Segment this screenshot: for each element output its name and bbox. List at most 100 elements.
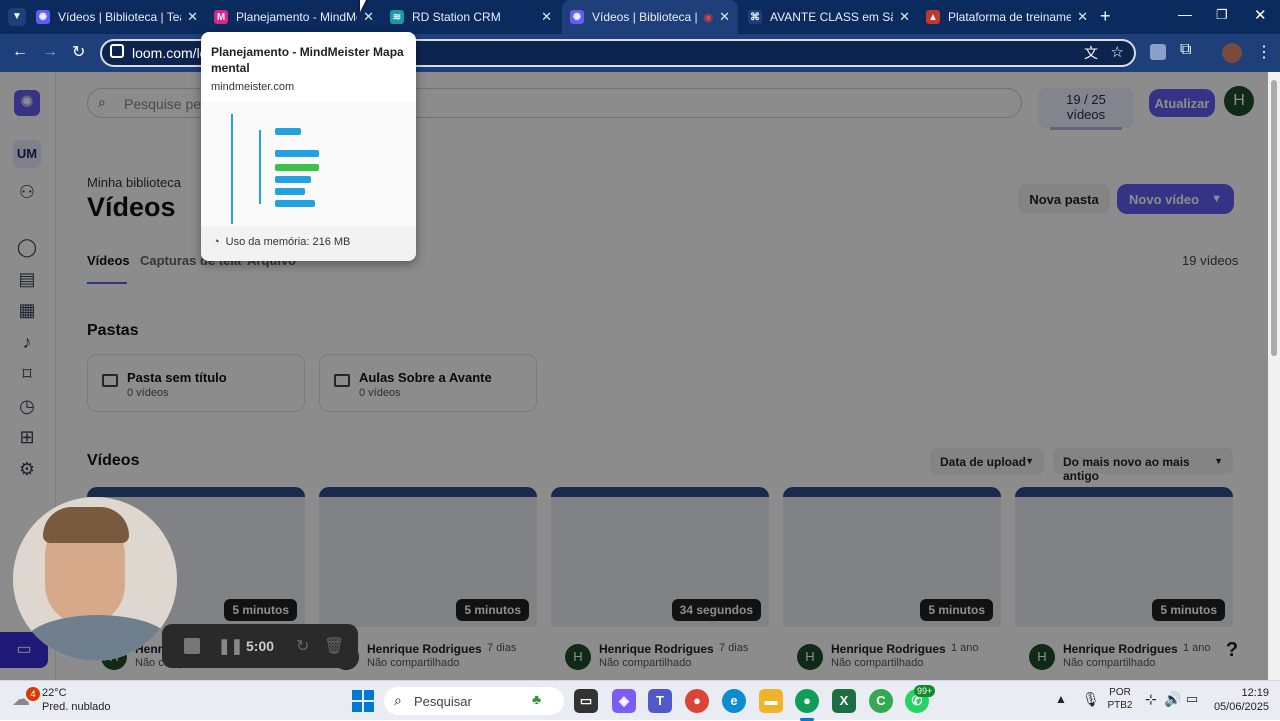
profile-avatar[interactable] [1222,43,1242,63]
start-button[interactable] [352,690,374,712]
tab-favicon-icon: ✺ [570,10,584,24]
browser-menu-icon[interactable]: ⋮ [1256,42,1272,62]
browser-tab[interactable]: ≋ RD Station CRM ✕ [382,0,560,34]
microphone-icon[interactable]: 🎙 [1082,691,1100,708]
close-tab-icon[interactable]: ✕ [1077,9,1088,25]
windows-logo-tile [352,702,362,712]
hovercard-domain: mindmeister.com [211,81,295,93]
whatsapp-badge: 99+ [914,685,936,697]
show-hidden-icons-icon[interactable]: ▲ [1055,692,1067,706]
weather-widget[interactable]: ☁ 4 22°C Pred. nublado [8,685,128,717]
mindmap-node [275,128,301,135]
recording-indicator-icon: ◉ [703,11,714,24]
memory-text: Uso da memória: 216 MB [225,236,351,248]
tab-list-dropdown-icon[interactable]: ▼ [8,8,26,26]
close-tab-icon[interactable]: ✕ [541,9,552,25]
close-tab-icon[interactable]: ✕ [187,9,198,25]
windows-logo-tile [352,690,362,700]
close-tab-icon[interactable]: ✕ [899,9,910,25]
browser-tab[interactable]: ▲ Plataforma de treinamento ✕ [918,0,1096,34]
browser-tab[interactable]: ✺ Vídeos | Biblioteca | Tea ◉ ✕ [562,0,738,34]
minimize-button[interactable]: — [1178,6,1192,22]
mindmap-node [275,176,311,183]
weather-desc: Pred. nublado [42,701,111,713]
recording-controls: ❚❚ 5:00 ↻ 🗑 [162,624,358,668]
keyboard-layout: PTB2 [1107,700,1133,711]
new-tab-button[interactable]: + [1100,6,1111,27]
file-explorer-icon[interactable]: ▬ [759,689,783,713]
search-highlight-icon: ♣ [532,691,542,707]
reload-icon[interactable]: ↻ [72,42,85,62]
mindmap-node [275,200,315,207]
mindmap-node [275,164,319,171]
memory-usage: ◔ Uso da memória: 216 MB [201,226,416,261]
chrome-icon[interactable]: ● [685,689,709,713]
hovercard-preview [201,102,416,226]
windows-taskbar: ☁ 4 22°C Pred. nublado ⌕ Pesquisar ♣ ▭ ◈… [0,680,1280,721]
language-indicator[interactable]: POR PTB2 [1104,687,1136,711]
devtools-extension-icon[interactable] [1150,44,1166,60]
taskbar-search[interactable]: ⌕ Pesquisar ♣ [384,687,564,715]
mindmap-node [275,188,305,195]
bookmark-star-icon[interactable]: ☆ [1111,41,1124,65]
camera-bubble[interactable] [13,497,177,661]
pause-icon[interactable]: ❚❚ [218,637,243,655]
tab-favicon-icon: ≋ [390,10,404,24]
tab-favicon-icon: ⌘ [748,10,762,24]
extensions-icon[interactable]: ⧉ [1180,41,1191,59]
back-icon[interactable]: ← [12,43,28,61]
mindmap-branch [231,114,233,224]
person-hair [43,507,129,543]
weather-temp: 22°C [42,687,67,699]
clock-time: 12:19 [1241,687,1269,699]
translate-icon[interactable]: ⽂ [1084,41,1098,65]
browser-tab[interactable]: MPlanejamento - MindMeist✕ [206,0,382,34]
close-tab-icon[interactable]: ✕ [719,9,730,25]
volume-icon[interactable]: 🔊 [1164,691,1181,708]
tab-title: Plataforma de treinamento [948,10,1072,24]
taskbar-search-label: Pesquisar [414,694,472,709]
scrollbar-thumb[interactable] [1271,80,1277,356]
windows-logo-tile [364,690,374,700]
maximize-button[interactable]: ❐ [1216,7,1228,23]
hovercard-title: Planejamento - MindMeister Mapa mental [211,45,404,75]
battery-icon[interactable]: ▭ [1186,691,1198,707]
tab-title: Vídeos | Biblioteca | Tea [592,10,699,24]
tab-title: RD Station CRM [412,10,501,24]
memory-icon: ◔ [213,236,220,248]
edge-icon[interactable]: e [722,689,746,713]
browser-tab[interactable]: ✺ Vídeos | Biblioteca | Tear ✕ [28,0,206,34]
tab-title: Planejamento - MindMeist [236,10,357,24]
weather-badge: 4 [26,687,40,701]
tab-favicon-icon: ✺ [36,10,50,24]
recording-timer: 5:00 [246,638,275,654]
forward-icon[interactable]: → [42,43,58,61]
page-scrollbar[interactable] [1268,72,1280,680]
close-window-button[interactable]: ✕ [1254,6,1267,24]
chrome-profile-icon[interactable]: ● [795,689,819,713]
windows-logo-tile [364,702,374,712]
clock-date: 05/06/2025 [1213,701,1269,713]
tab-title: Vídeos | Biblioteca | Tear [58,10,182,24]
browser-tab[interactable]: ⌘ AVANTE CLASS em São Pa ✕ [740,0,918,34]
teams-icon[interactable]: T [648,689,672,713]
site-info-icon[interactable] [110,44,124,58]
clock[interactable]: 12:19 05/06/2025 [1205,687,1269,713]
mindmap-node [275,150,319,157]
modal-dim-overlay [0,72,1268,680]
mouse-cursor-icon [360,0,366,12]
tab-title: AVANTE CLASS em São Pa [770,10,893,24]
stop-icon[interactable] [184,638,200,654]
task-view-icon[interactable]: ▭ [574,689,598,713]
tab-favicon-icon: ▲ [926,10,940,24]
copilot-icon[interactable]: ◈ [612,689,636,713]
restart-icon[interactable]: ↻ [296,636,309,656]
network-icon[interactable]: ⊹ [1145,691,1157,708]
delete-icon[interactable]: 🗑 [324,636,344,656]
browser-tab-bar: ▼ ✺ Vídeos | Biblioteca | Tear ✕ M Planejame… [0,0,1280,34]
chrome-profile-2-icon[interactable]: C [869,689,893,713]
excel-icon[interactable]: X [832,689,856,713]
browser-toolbar: ← → ↻ loom.com/loo ⽂ ☆ ⧉ ⋮ [0,34,1280,72]
search-icon: ⌕ [394,692,402,708]
tab-favicon-icon: M [214,10,228,24]
